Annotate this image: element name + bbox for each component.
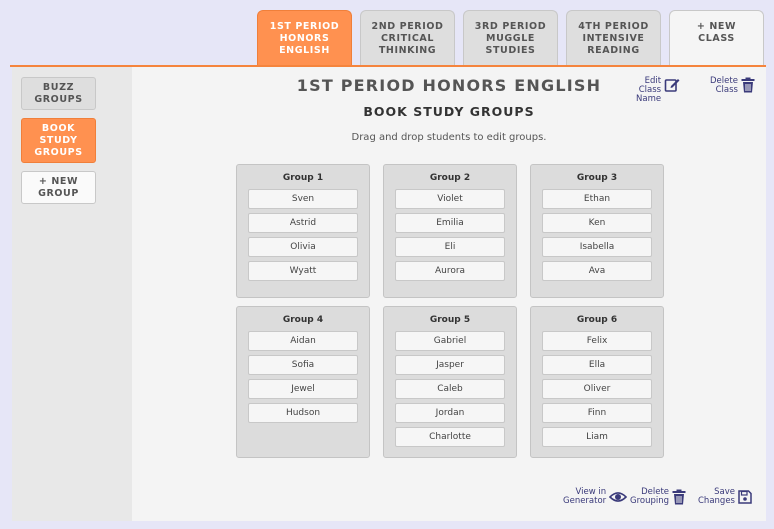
group-card[interactable]: Group 6 Felix Ella Oliver Finn Liam <box>530 306 664 458</box>
group-card[interactable]: Group 1 Sven Astrid Olivia Wyatt <box>236 164 370 298</box>
student-chip[interactable]: Sofia <box>248 355 358 375</box>
class-tabs: 1ST PERIOD HONORS ENGLISH 2ND PERIOD CRI… <box>0 10 774 66</box>
group-card[interactable]: Group 5 Gabriel Jasper Caleb Jordan Char… <box>383 306 517 458</box>
save-changes-button[interactable]: Save Changes <box>698 488 752 506</box>
tab-1st-period-honors-english[interactable]: 1ST PERIOD HONORS ENGLISH <box>257 10 352 66</box>
student-chip[interactable]: Sven <box>248 189 358 209</box>
group-card[interactable]: Group 2 Violet Emilia Eli Aurora <box>383 164 517 298</box>
student-chip[interactable]: Hudson <box>248 403 358 423</box>
student-chip[interactable]: Ken <box>542 213 652 233</box>
student-chip[interactable]: Finn <box>542 403 652 423</box>
student-chip[interactable]: Isabella <box>542 237 652 257</box>
group-card[interactable]: Group 4 Aidan Sofia Jewel Hudson <box>236 306 370 458</box>
new-group-button[interactable]: + NEW GROUP <box>21 171 96 204</box>
group-title: Group 3 <box>576 173 618 183</box>
student-chip[interactable]: Oliver <box>542 379 652 399</box>
trash-icon <box>672 489 686 505</box>
view-in-generator-label: View in Generator <box>563 487 607 506</box>
student-chip[interactable]: Emilia <box>395 213 505 233</box>
student-chip[interactable]: Caleb <box>395 379 505 399</box>
edit-icon <box>664 77 680 93</box>
student-chip[interactable]: Violet <box>395 189 505 209</box>
student-chip[interactable]: Ethan <box>542 189 652 209</box>
student-chip[interactable]: Aurora <box>395 261 505 281</box>
student-chip[interactable]: Eli <box>395 237 505 257</box>
delete-class-label: Delete Class <box>710 76 738 95</box>
group-title: Group 5 <box>429 315 471 325</box>
student-chip[interactable]: Gabriel <box>395 331 505 351</box>
grouping-title: BOOK STUDY GROUPS <box>363 104 535 119</box>
grouping-sidebar: BUZZ GROUPS BOOK STUDY GROUPS + NEW GROU… <box>12 67 132 521</box>
class-panel: BUZZ GROUPS BOOK STUDY GROUPS + NEW GROU… <box>12 67 766 521</box>
student-chip[interactable]: Jewel <box>248 379 358 399</box>
floppy-disk-icon <box>738 490 752 504</box>
student-chip[interactable]: Ava <box>542 261 652 281</box>
student-chip[interactable]: Aidan <box>248 331 358 351</box>
student-chip[interactable]: Jordan <box>395 403 505 423</box>
tab-4th-period-intensive-reading[interactable]: 4TH PERIOD INTENSIVE READING <box>566 10 661 66</box>
group-card[interactable]: Group 3 Ethan Ken Isabella Ava <box>530 164 664 298</box>
group-title: Group 2 <box>429 173 471 183</box>
delete-grouping-button[interactable]: Delete Grouping <box>630 488 686 506</box>
student-chip[interactable]: Jasper <box>395 355 505 375</box>
tab-2nd-period-critical-thinking[interactable]: 2ND PERIOD CRITICAL THINKING <box>360 10 455 66</box>
sidebar-item-buzz-groups[interactable]: BUZZ GROUPS <box>21 77 96 110</box>
group-title: Group 1 <box>282 173 324 183</box>
eye-icon <box>609 490 628 504</box>
student-chip[interactable]: Liam <box>542 427 652 447</box>
student-chip[interactable]: Astrid <box>248 213 358 233</box>
view-in-generator-button[interactable]: View in Generator <box>563 487 628 506</box>
student-chip[interactable]: Felix <box>542 331 652 351</box>
student-chip[interactable]: Ella <box>542 355 652 375</box>
group-title: Group 4 <box>282 315 324 325</box>
edit-class-name-label: Edit Class Name <box>636 76 662 104</box>
group-title: Group 6 <box>576 315 618 325</box>
save-changes-label: Save Changes <box>698 487 735 506</box>
new-class-button[interactable]: + NEW CLASS <box>669 10 764 66</box>
student-chip[interactable]: Wyatt <box>248 261 358 281</box>
student-chip[interactable]: Olivia <box>248 237 358 257</box>
student-chip[interactable]: Charlotte <box>395 427 505 447</box>
sidebar-item-book-study-groups[interactable]: BOOK STUDY GROUPS <box>21 118 96 163</box>
instructions-text: Drag and drop students to edit groups. <box>351 132 547 143</box>
trash-icon <box>741 77 755 93</box>
delete-class-button[interactable]: Delete Class <box>710 77 755 95</box>
tab-3rd-period-muggle-studies[interactable]: 3RD PERIOD MUGGLE STUDIES <box>463 10 558 66</box>
edit-class-name-button[interactable]: Edit Class Name <box>636 77 680 104</box>
delete-grouping-label: Delete Grouping <box>630 487 670 506</box>
